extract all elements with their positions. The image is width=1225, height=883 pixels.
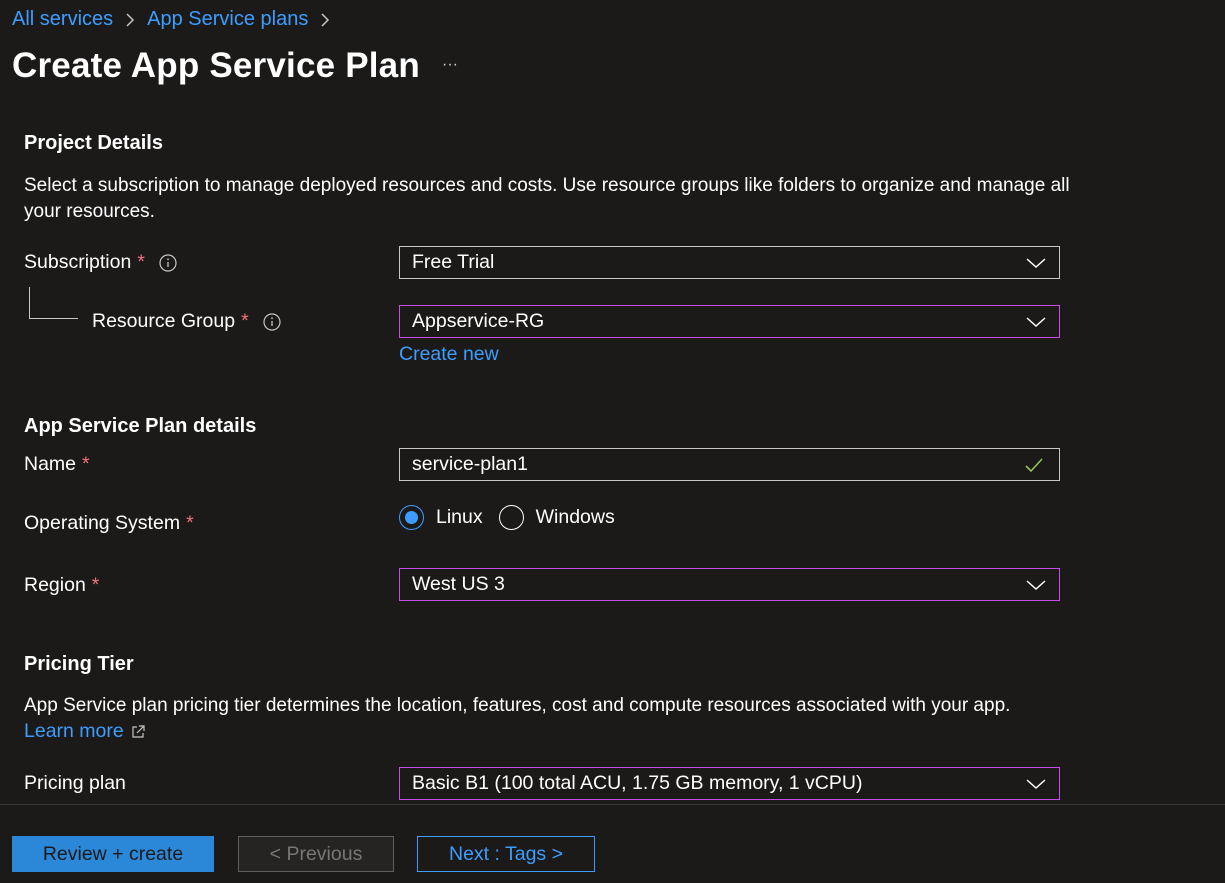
region-label: Region * bbox=[24, 574, 99, 597]
chevron-right-icon bbox=[320, 12, 330, 28]
pricing-plan-dropdown[interactable]: Basic B1 (100 total ACU, 1.75 GB memory,… bbox=[399, 767, 1060, 800]
breadcrumb-app-service-plans[interactable]: App Service plans bbox=[147, 8, 308, 31]
name-label-text: Name bbox=[24, 453, 77, 475]
required-marker: * bbox=[137, 251, 145, 273]
review-create-button[interactable]: Review + create bbox=[12, 836, 214, 872]
page-title: Create App Service Plan bbox=[12, 46, 420, 85]
info-icon[interactable] bbox=[159, 253, 177, 272]
required-marker: * bbox=[186, 512, 194, 534]
learn-more-label: Learn more bbox=[24, 720, 124, 742]
operating-system-radio-group: Linux Windows bbox=[399, 505, 631, 530]
required-marker: * bbox=[82, 453, 90, 475]
chevron-down-icon bbox=[1026, 317, 1046, 328]
operating-system-label: Operating System * bbox=[24, 512, 194, 535]
operating-system-label-text: Operating System bbox=[24, 512, 181, 534]
project-details-heading: Project Details bbox=[24, 132, 163, 154]
next-tags-button[interactable]: Next : Tags > bbox=[417, 836, 595, 872]
chevron-down-icon bbox=[1026, 580, 1046, 591]
resource-group-label: Resource Group * bbox=[92, 310, 281, 333]
pricing-tier-heading: Pricing Tier bbox=[24, 653, 134, 675]
os-radio-windows[interactable]: Windows bbox=[498, 505, 615, 530]
plan-details-heading: App Service Plan details bbox=[24, 415, 257, 437]
resource-group-label-text: Resource Group bbox=[92, 310, 236, 332]
name-label: Name * bbox=[24, 453, 90, 476]
resource-group-dropdown[interactable]: Appservice-RG bbox=[399, 305, 1060, 338]
name-input-value: service-plan1 bbox=[412, 453, 528, 475]
more-options-button[interactable]: ··· bbox=[437, 57, 463, 78]
name-input[interactable]: service-plan1 bbox=[399, 448, 1060, 481]
chevron-down-icon bbox=[1026, 258, 1046, 269]
subscription-value: Free Trial bbox=[412, 251, 495, 273]
breadcrumb-all-services[interactable]: All services bbox=[12, 8, 113, 31]
radio-checked-icon bbox=[399, 505, 424, 530]
info-icon[interactable] bbox=[263, 312, 281, 331]
pricing-plan-value: Basic B1 (100 total ACU, 1.75 GB memory,… bbox=[412, 772, 863, 794]
required-marker: * bbox=[241, 310, 249, 332]
required-marker: * bbox=[91, 574, 100, 596]
previous-button[interactable]: < Previous bbox=[238, 836, 394, 872]
checkmark-icon bbox=[1025, 458, 1043, 473]
project-details-description: Select a subscription to manage deployed… bbox=[24, 175, 1070, 222]
external-link-icon bbox=[132, 724, 145, 738]
region-dropdown[interactable]: West US 3 bbox=[399, 568, 1060, 601]
subscription-label: Subscription * bbox=[24, 251, 177, 274]
os-radio-linux[interactable]: Linux bbox=[399, 505, 483, 530]
region-label-text: Region bbox=[24, 574, 86, 596]
pricing-tier-description: App Service plan pricing tier determines… bbox=[24, 695, 1011, 716]
os-radio-linux-label: Linux bbox=[436, 506, 483, 528]
breadcrumb: All services App Service plans bbox=[12, 8, 342, 31]
learn-more-link[interactable]: Learn more bbox=[24, 720, 146, 743]
tree-connector bbox=[29, 287, 78, 319]
chevron-right-icon bbox=[125, 12, 135, 28]
footer-divider bbox=[0, 804, 1225, 805]
create-new-resource-group-link[interactable]: Create new bbox=[399, 343, 499, 366]
pricing-plan-label: Pricing plan bbox=[24, 772, 126, 795]
subscription-dropdown[interactable]: Free Trial bbox=[399, 246, 1060, 279]
subscription-label-text: Subscription bbox=[24, 251, 132, 273]
os-radio-windows-label: Windows bbox=[535, 506, 615, 528]
radio-unchecked-icon bbox=[498, 505, 524, 530]
region-value: West US 3 bbox=[412, 573, 505, 595]
chevron-down-icon bbox=[1026, 779, 1046, 790]
resource-group-value: Appservice-RG bbox=[412, 310, 545, 332]
create-app-service-plan-page: All services App Service plans Create Ap… bbox=[0, 0, 1225, 883]
pricing-plan-label-text: Pricing plan bbox=[24, 772, 126, 794]
